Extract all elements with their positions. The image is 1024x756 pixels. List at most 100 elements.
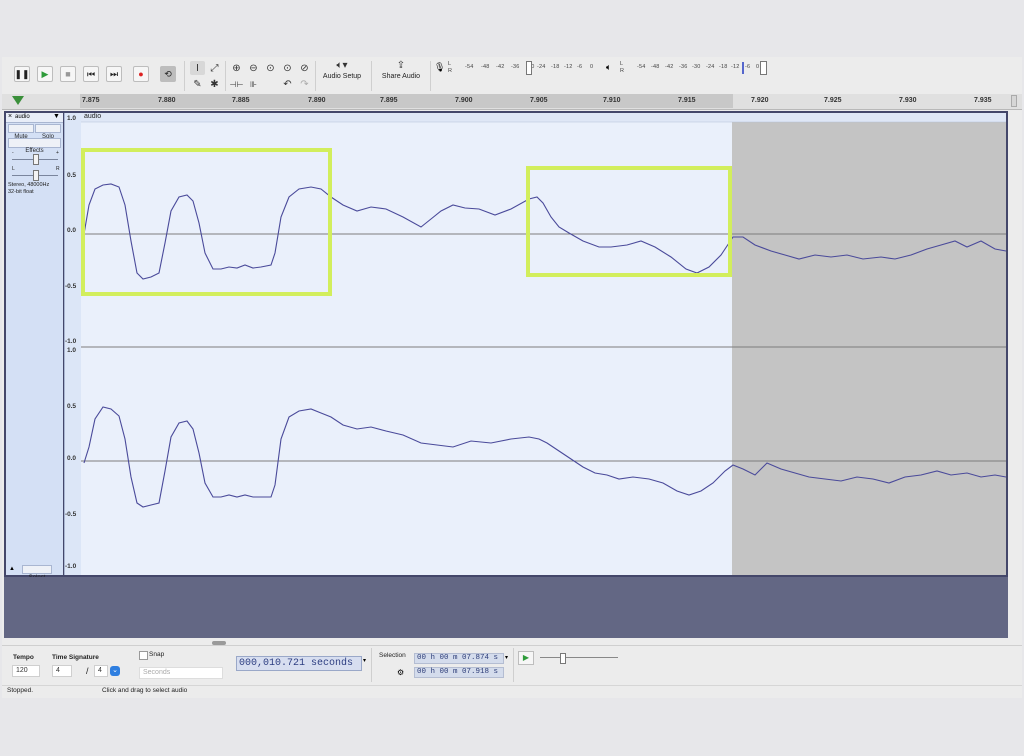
amplitude-scale[interactable]: 1.0 0.5 0.0 -0.5 -1.0 1.0 0.5 0.0 -0.5 -…: [64, 113, 81, 575]
selection-start-field[interactable]: 00 h 00 m 07.874 s: [414, 653, 504, 664]
time-display-menu-icon[interactable]: ▾: [363, 657, 366, 664]
close-track-icon[interactable]: ×: [8, 113, 12, 120]
loop-button[interactable]: ⟲: [160, 66, 176, 82]
toolbar-separator: [225, 61, 226, 91]
record-meter-slider-handle[interactable]: [526, 61, 532, 75]
time-sig-top-field[interactable]: 4: [52, 665, 72, 677]
skip-start-button[interactable]: ⏮: [83, 66, 99, 82]
track-info-line1: Stereo, 48000Hz: [8, 182, 50, 188]
solo-button[interactable]: Solo: [35, 124, 61, 140]
share-icon: ⇪: [396, 60, 406, 71]
amp-label-bottom-0: 0.0: [67, 455, 77, 462]
timeline-options-icon[interactable]: [12, 96, 24, 105]
undo-icon[interactable]: ↶: [280, 77, 295, 91]
record-meter-tick: -42: [496, 64, 505, 70]
track-name[interactable]: audio: [15, 114, 30, 120]
pan-slider-handle[interactable]: [33, 170, 39, 181]
share-audio-button[interactable]: ⇪ Share Audio: [376, 60, 426, 90]
selection-tool-icon[interactable]: I: [190, 61, 205, 75]
play-icon: ▶: [41, 68, 49, 79]
tempo-field[interactable]: 120: [12, 665, 40, 677]
audacity-window: ❚❚ ▶ ■ ⏮ ⏭ ● ⟲ I ⤢ ✎ ✱ ⊕ ⊖ ⊙ ⊙ ⊘ ⊣⊢ ⊪ ↶ …: [2, 57, 1022, 698]
trim-icon[interactable]: ⊣⊢: [229, 77, 244, 91]
time-display-value: 000,010.721 seconds: [239, 658, 354, 669]
timeline-ruler[interactable]: 7.875 7.880 7.885 7.890 7.895 7.900 7.90…: [2, 94, 1022, 110]
record-meter-channel-l: L: [448, 61, 452, 67]
time-sig-bottom-field[interactable]: 4: [94, 665, 108, 677]
zoom-selection-icon[interactable]: ⊙: [263, 61, 278, 75]
time-display[interactable]: 000,010.721 seconds: [236, 656, 362, 671]
amp-label-bottom-neg05: -0.5: [65, 511, 77, 518]
ruler-tick-label: 7.925: [824, 97, 842, 104]
record-button[interactable]: ●: [133, 66, 149, 82]
playback-meter-slider-handle[interactable]: [760, 61, 767, 75]
snap-label: Snap: [149, 651, 165, 658]
gain-slider-handle[interactable]: [33, 154, 39, 165]
playback-meter-tick: -12: [731, 64, 740, 70]
draw-tool-icon[interactable]: ✎: [190, 77, 205, 91]
ruler-tick-label: 7.900: [455, 97, 473, 104]
toolbar-separator: [430, 61, 431, 91]
playback-meter[interactable]: 🔈︎ L R -54 -48 -42 -36 -30 -24 -18 -12 -…: [606, 61, 771, 77]
redo-icon[interactable]: ↷: [297, 77, 312, 91]
playback-meter-tick: -6: [745, 64, 751, 70]
select-track-button[interactable]: Select: [22, 565, 52, 581]
selection-start-value: 00 h 00 m 07.874 s: [417, 654, 499, 662]
gain-minus: -: [12, 150, 14, 156]
selection-menu-icon[interactable]: ▾: [505, 654, 508, 661]
track-control-panel[interactable]: × audio ▼ Mute Solo Effects - + L R Ster…: [6, 113, 63, 581]
tempo-value: 120: [16, 667, 28, 674]
record-meter-tick: -6: [577, 64, 583, 70]
selection-options-icon[interactable]: ⚙︎: [397, 668, 404, 677]
playback-speed-handle[interactable]: [560, 653, 566, 664]
multi-tool-icon[interactable]: ✱: [207, 77, 222, 91]
play-button[interactable]: ▶: [37, 66, 53, 82]
playback-meter-tick: -30: [692, 64, 701, 70]
record-meter-tick: -36: [511, 64, 520, 70]
time-sig-top-value: 4: [56, 667, 60, 674]
skip-end-button[interactable]: ⏭: [106, 66, 122, 82]
ruler-scrollbar[interactable]: [1011, 95, 1017, 107]
stop-button[interactable]: ■: [60, 66, 76, 82]
selection-label: Selection: [379, 652, 406, 659]
ruler-tick-label: 7.935: [974, 97, 992, 104]
selection-end-value: 00 h 00 m 07.918 s: [417, 668, 499, 676]
ruler-tick-label: 7.890: [308, 97, 326, 104]
audio-setup-label: Audio Setup: [322, 73, 362, 80]
snap-unit-value: Seconds: [143, 669, 171, 676]
record-meter[interactable]: 🎙︎ L R -54 -48 -42 -36 -30 -24 -18 -12 -…: [434, 61, 599, 77]
selection-end-field[interactable]: 00 h 00 m 07.918 s: [414, 667, 504, 678]
silence-icon[interactable]: ⊪: [246, 77, 261, 91]
collapse-track-icon[interactable]: ▲: [9, 566, 15, 572]
time-sig-slash: /: [86, 666, 89, 676]
snap-checkbox[interactable]: [139, 651, 148, 660]
record-meter-tick: -24: [537, 64, 546, 70]
mute-button[interactable]: Mute: [8, 124, 34, 140]
waveform-display[interactable]: [81, 113, 1006, 575]
amp-label-top-05: 0.5: [67, 172, 77, 179]
envelope-tool-icon[interactable]: ⤢: [207, 61, 222, 75]
track-area: × audio ▼ Mute Solo Effects - + L R Ster…: [4, 111, 1008, 581]
audio-setup-button[interactable]: 🔈︎▾ Audio Setup: [318, 60, 366, 90]
toolbar-separator: [371, 648, 372, 682]
microphone-icon: 🎙︎: [434, 62, 446, 72]
toolbar: ❚❚ ▶ ■ ⏮ ⏭ ● ⟲ I ⤢ ✎ ✱ ⊕ ⊖ ⊙ ⊙ ⊘ ⊣⊢ ⊪ ↶ …: [2, 57, 1022, 93]
time-sig-dropdown-icon[interactable]: ⌄: [110, 666, 120, 676]
zoom-fit-icon[interactable]: ⊙: [280, 61, 295, 75]
audio-clip[interactable]: audio: [81, 113, 1006, 575]
ruler-tick-label: 7.915: [678, 97, 696, 104]
zoom-in-icon[interactable]: ⊕: [229, 61, 244, 75]
zoom-out-icon[interactable]: ⊖: [246, 61, 261, 75]
effects-button[interactable]: Effects: [8, 138, 61, 154]
play-at-speed-button[interactable]: ▶: [518, 651, 534, 665]
pause-button[interactable]: ❚❚: [14, 66, 30, 82]
snap-unit-select[interactable]: Seconds: [139, 667, 223, 679]
playback-speed-track[interactable]: [540, 657, 618, 658]
track-menu-icon[interactable]: ▼: [53, 113, 60, 120]
amp-label-bottom-05: 0.5: [67, 403, 77, 410]
ruler-tick-label: 7.885: [232, 97, 250, 104]
ruler-tick-label: 7.875: [82, 97, 100, 104]
status-hint: Click and drag to select audio: [102, 687, 188, 694]
zoom-toggle-icon[interactable]: ⊘: [297, 61, 312, 75]
empty-track-area[interactable]: [4, 577, 1008, 638]
